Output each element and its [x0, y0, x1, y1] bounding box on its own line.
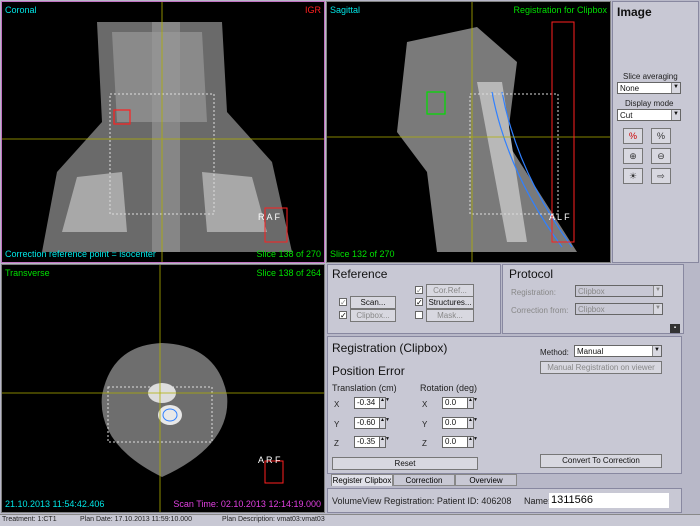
translation-x-input[interactable]: -0.34 ▲▼ [354, 397, 390, 409]
coronal-image [2, 2, 324, 262]
axis-y-rot-label: Y [422, 420, 428, 429]
pan-icon[interactable]: ⇨ [651, 168, 671, 184]
method-select[interactable]: Manual ▼ [574, 345, 662, 357]
scan-checkbox[interactable]: ✓ [339, 298, 347, 307]
status-plan-date: Plan Date: 17.10.2013 11:59:10.000 [80, 516, 192, 523]
translation-z-input[interactable]: -0.35 ▲▼ [354, 436, 390, 448]
sagittal-markers: A L F [549, 212, 570, 222]
spinner-arrows-icon[interactable]: ▲▼ [379, 417, 390, 429]
registration-label: Registration: [511, 288, 556, 297]
axis-y-label: Y [334, 420, 340, 429]
status-treatment: Treatment: 1:CT1 [2, 516, 57, 523]
correction-from-label: Correction from: [511, 306, 569, 315]
volumeview-label: VolumeView Registration: Patient ID: 406… [332, 496, 512, 506]
coronal-markers: R A F [258, 212, 281, 222]
reference-title: Reference [332, 267, 388, 281]
percent-icon[interactable]: % [651, 128, 671, 144]
chevron-down-icon: ▼ [671, 83, 680, 93]
chevron-down-icon: ▼ [652, 346, 661, 356]
spinner-arrows-icon[interactable]: ▲▼ [379, 436, 390, 448]
transverse-datetime: 21.10.2013 11:54:42.406 [5, 499, 105, 509]
clipbox-button[interactable]: Clipbox... [350, 309, 396, 322]
manual-registration-button[interactable]: Manual Registration on viewer [540, 361, 662, 374]
sagittal-image [327, 2, 610, 262]
protocol-panel: Protocol Registration: Clipbox ▼ Correcti… [502, 264, 684, 334]
transverse-markers: A R F [258, 455, 281, 465]
corref-checkbox[interactable]: ✓ [415, 286, 423, 295]
transverse-scan-time: Scan Time: 02.10.2013 12:14:19.000 [173, 499, 321, 509]
chevron-down-icon: ▼ [671, 110, 680, 120]
structures-checkbox[interactable]: ✓ [415, 298, 423, 307]
structures-button[interactable]: Structures... [426, 296, 474, 309]
transverse-image [2, 265, 324, 512]
protocol-correction-select[interactable]: Clipbox ▼ [575, 303, 663, 315]
zoom-in-icon[interactable]: ⊕ [623, 148, 643, 164]
coronal-tag: IGR [304, 5, 321, 15]
spinner-arrows-icon[interactable]: ▲▼ [467, 436, 478, 448]
protocol-title: Protocol [509, 267, 554, 281]
transverse-slice: Slice 138 of 264 [256, 268, 321, 278]
transverse-view[interactable]: Transverse Slice 138 of 264 A R F 21.10.… [1, 264, 325, 513]
rotation-z-input[interactable]: 0.0 ▲▼ [442, 436, 478, 448]
axis-x-rot-label: X [422, 400, 428, 409]
translation-label: Translation (cm) [332, 383, 397, 393]
protocol-registration-select[interactable]: Clipbox ▼ [575, 285, 663, 297]
mask-checkbox[interactable] [415, 311, 423, 319]
tab-register-clipbox[interactable]: Register Clipbox [331, 474, 393, 486]
image-panel: Image Slice averaging None ▼ Display mode… [612, 1, 699, 263]
sagittal-slice: Slice 132 of 270 [330, 249, 395, 259]
sagittal-view[interactable]: Sagittal Registration for Clipbox A L F … [326, 1, 611, 263]
spinner-arrows-icon[interactable]: ▲▼ [467, 397, 478, 409]
position-error-title: Position Error [332, 364, 405, 378]
status-bar: Treatment: 1:CT1 Plan Date: 17.10.2013 1… [0, 514, 700, 526]
sagittal-name: Sagittal [330, 5, 361, 15]
tab-overview[interactable]: Overview [455, 474, 517, 486]
display-mode-label: Display mode [625, 99, 674, 108]
rotation-label: Rotation (deg) [420, 383, 478, 393]
window-level-icon[interactable]: % [623, 128, 643, 144]
zoom-out-icon[interactable]: ⊖ [651, 148, 671, 164]
coronal-name: Coronal [5, 5, 37, 15]
scan-button[interactable]: Scan... [350, 296, 396, 309]
name-field[interactable]: 1311566 [549, 493, 669, 508]
axis-z-rot-label: Z [422, 439, 427, 448]
convert-to-correction-button[interactable]: Convert To Correction [540, 454, 662, 468]
volumeview-bar: VolumeView Registration: Patient ID: 406… [327, 488, 682, 513]
reference-panel: Reference ✓ Scan... ✓ Clipbox... ✓ Cor.R… [327, 264, 501, 334]
transverse-name: Transverse [5, 268, 50, 278]
slice-avg-label: Slice averaging [623, 72, 678, 81]
clipbox-checkbox[interactable]: ✓ [339, 311, 347, 320]
display-mode-select[interactable]: Cut ▼ [617, 109, 681, 121]
chevron-down-icon: ▼ [653, 304, 662, 314]
rotation-y-input[interactable]: 0.0 ▲▼ [442, 417, 478, 429]
registration-panel: Registration (Clipbox) Method: Manual ▼ M… [327, 336, 682, 474]
name-label: Name: [524, 496, 551, 506]
tab-correction[interactable]: Correction [393, 474, 455, 486]
slice-avg-select[interactable]: None ▼ [617, 82, 681, 94]
sagittal-tag: Registration for Clipbox [513, 5, 607, 15]
chevron-down-icon: ▼ [653, 286, 662, 296]
coronal-footer: Correction reference point = isocenter [5, 249, 156, 259]
brightness-icon[interactable]: ☀ [623, 168, 643, 184]
spinner-arrows-icon[interactable]: ▲▼ [467, 417, 478, 429]
reset-button[interactable]: Reset [332, 457, 478, 470]
registration-title: Registration (Clipbox) [332, 341, 448, 355]
axis-z-label: Z [334, 439, 339, 448]
lock-icon[interactable]: ▪ [670, 324, 680, 333]
axis-x-label: X [334, 400, 340, 409]
image-panel-title: Image [617, 5, 652, 19]
method-label: Method: [540, 348, 569, 357]
spinner-arrows-icon[interactable]: ▲▼ [379, 397, 390, 409]
status-plan-description: Plan Description: vmat03:vmat03 [222, 516, 325, 523]
mask-button[interactable]: Mask... [426, 309, 474, 322]
rotation-x-input[interactable]: 0.0 ▲▼ [442, 397, 478, 409]
coronal-slice: Slice 138 of 270 [256, 249, 321, 259]
coronal-view[interactable]: Coronal IGR R A F Correction reference p… [1, 1, 325, 263]
translation-y-input[interactable]: -0.60 ▲▼ [354, 417, 390, 429]
